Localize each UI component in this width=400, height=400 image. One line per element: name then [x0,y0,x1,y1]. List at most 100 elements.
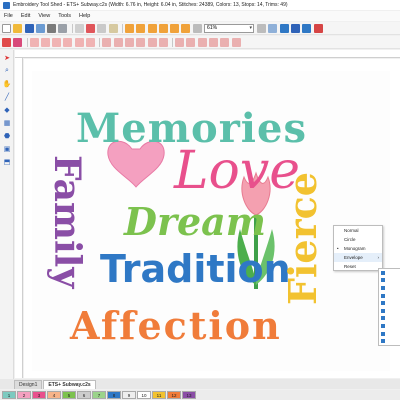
fill-tool-icon[interactable]: ◆ [2,105,12,115]
ungroup-icon[interactable] [113,37,123,47]
envelope-option[interactable] [379,284,400,292]
envelope-option[interactable] [379,292,400,300]
tradition-text[interactable]: Tradition [100,247,291,291]
measure-tool-icon[interactable]: ▣ [2,144,12,154]
envelope-option[interactable] [379,337,400,345]
align-middle-icon[interactable] [74,37,84,47]
node-tool-icon[interactable]: ⬣ [2,131,12,141]
align-right-icon[interactable] [52,37,62,47]
fierce-text-block[interactable]: Fierce [280,155,325,305]
select-arrow-icon[interactable]: ➤ [2,53,12,63]
menu-view[interactable]: View [38,13,50,19]
thread-color-swatch[interactable]: 5 [62,391,76,399]
same-width-icon[interactable] [197,37,207,47]
menu-tools[interactable]: Tools [58,13,71,19]
mirror-icon[interactable] [147,37,157,47]
cut-icon[interactable] [86,23,96,33]
envelope-shape-icon [381,301,385,306]
align-top-icon[interactable] [63,37,73,47]
envelope-option[interactable] [379,269,400,277]
grid-icon[interactable] [279,23,289,33]
bring-front-icon[interactable] [124,37,134,47]
pan-hand-icon[interactable]: ✋ [2,79,12,89]
menu-edit[interactable]: Edit [21,13,30,19]
affection-text[interactable]: Affection [70,303,282,348]
thread-color-swatch[interactable]: 1 [2,391,16,399]
shape-tool-icon[interactable]: ▦ [2,118,12,128]
thread-color-swatch[interactable]: 6 [77,391,91,399]
zoom-tool-icon[interactable]: ⌕ [2,66,12,76]
arrow-right-icon[interactable] [136,23,146,33]
thread-color-swatch[interactable]: 4 [47,391,61,399]
open-folder-icon[interactable] [13,23,23,33]
title-bar: Embroidery Tool Shed - ETS+ Subway.c2s (… [0,0,400,10]
align-center-icon[interactable] [40,37,50,47]
menu-help[interactable]: Help [79,13,90,19]
same-size-icon[interactable] [220,37,230,47]
distribute-v-icon[interactable] [186,37,196,47]
design-canvas[interactable]: Memories Love Dream Tradition Affection … [24,59,400,378]
envelope-option[interactable] [379,315,400,323]
zoom-out-icon[interactable] [192,23,202,33]
rotate-left-icon[interactable] [170,23,180,33]
hoop-icon[interactable] [290,23,300,33]
copy-icon[interactable] [97,23,107,33]
arrow-left-icon[interactable] [124,23,134,33]
thread-color-swatch[interactable]: 10 [137,391,151,399]
thread-color-swatch[interactable]: 2 [17,391,31,399]
distribute-h-icon[interactable] [175,37,185,47]
paste-icon[interactable] [108,23,118,33]
align-left-icon[interactable] [29,37,39,47]
envelope-option[interactable] [379,330,400,338]
dream-text[interactable]: Dream [124,199,266,244]
export-icon[interactable] [35,23,45,33]
center-hoop-icon[interactable] [231,37,241,47]
context-menu-item-monogram[interactable]: • Monogram [334,244,382,253]
menu-file[interactable]: File [4,13,13,19]
save-icon[interactable] [24,23,34,33]
envelope-option[interactable] [379,299,400,307]
envelope-option[interactable] [379,322,400,330]
thread-color-swatch[interactable]: 12 [167,391,181,399]
thread-color-swatch[interactable]: 13 [182,391,196,399]
same-height-icon[interactable] [209,37,219,47]
arrow-down-icon[interactable] [158,23,168,33]
print-icon[interactable] [47,23,57,33]
context-menu-item-normal[interactable]: Normal [334,226,382,235]
zoom-in-icon[interactable] [257,23,267,33]
thread-color-swatch[interactable]: 3 [32,391,46,399]
context-menu-item-envelope[interactable]: Envelope › [334,253,382,262]
line-tool-icon[interactable]: ╱ [2,92,12,102]
context-menu-label: Normal [344,228,359,233]
context-menu: Normal Circle • Monogram Envelope › Reset [333,225,383,271]
tab-design1[interactable]: Design1 [14,380,43,389]
family-text-block[interactable]: Family [46,155,90,310]
zoom-fit-icon[interactable] [268,23,278,33]
menu-bar: File Edit View Tools Help [0,11,400,21]
tab-subway[interactable]: ETS+ Subway.c2s [43,380,96,389]
send-icon[interactable] [58,23,68,33]
info-icon[interactable] [302,23,312,33]
app-icon [3,1,10,9]
thread-color-swatch[interactable]: 9 [122,391,136,399]
zoom-select[interactable]: 61% ▾ [204,23,255,33]
thread-color-swatch[interactable]: 11 [152,391,166,399]
flip-icon[interactable] [158,37,168,47]
send-back-icon[interactable] [136,37,146,47]
arrow-up-icon[interactable] [147,23,157,33]
rotate-right-icon[interactable] [181,23,191,33]
thread-color-swatch[interactable]: 8 [107,391,121,399]
context-menu-item-circle[interactable]: Circle [334,235,382,244]
undo-icon[interactable] [74,23,84,33]
stitch-tool-icon[interactable]: ⬒ [2,157,12,167]
stitch-player-icon[interactable] [313,23,323,33]
monogram-tool-icon[interactable] [13,37,23,47]
envelope-option[interactable] [379,277,400,285]
new-file-icon[interactable] [2,23,11,33]
thread-color-swatch[interactable]: 7 [92,391,106,399]
align-bottom-icon[interactable] [86,37,96,47]
text-tool-icon[interactable] [2,37,11,47]
group-icon[interactable] [102,37,112,47]
context-menu-item-reset[interactable]: Reset [334,262,382,271]
envelope-option[interactable] [379,307,400,315]
